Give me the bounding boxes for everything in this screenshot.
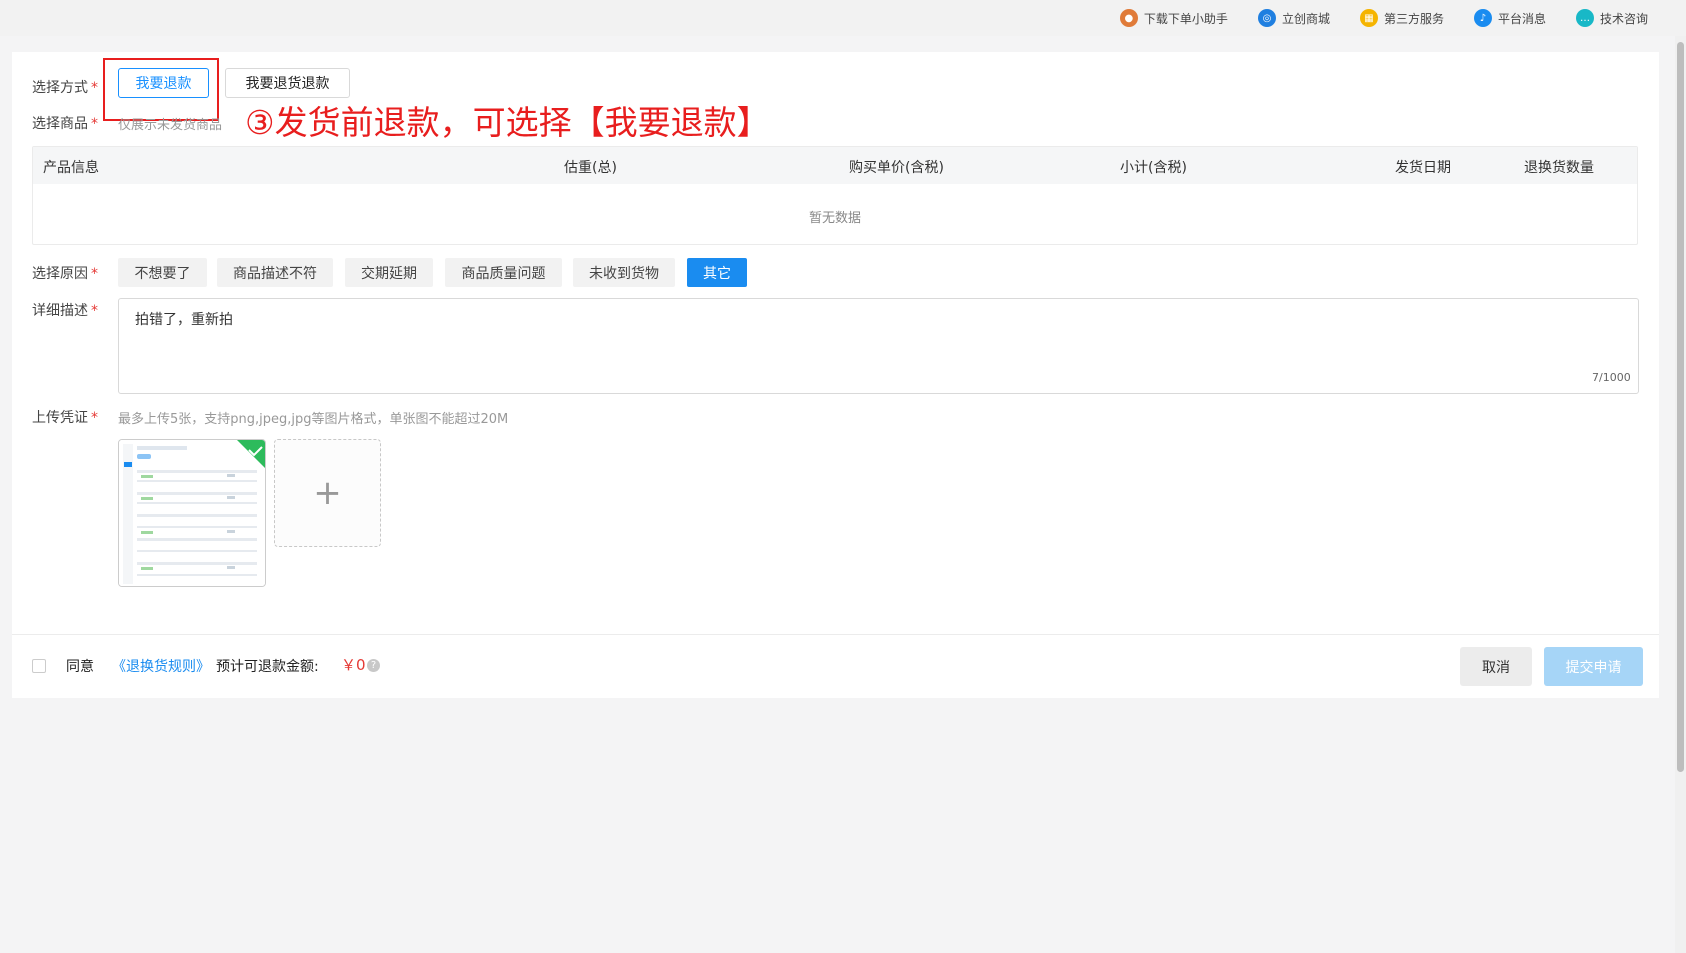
plus-icon: + — [313, 473, 342, 513]
scrollbar-thumb[interactable] — [1677, 42, 1684, 772]
upload-hint: 最多上传5张，支持png,jpeg,jpg等图片格式，单张图不能超过20M — [118, 412, 509, 427]
return-refund-button[interactable]: 我要退货退款 — [225, 68, 350, 98]
mall-icon: ◎ — [1257, 9, 1276, 27]
product-table: 产品信息 估重(总) 购买单价(含税) 小计(含税) 发货日期 退换货数量 暂无… — [32, 146, 1638, 245]
column-ship-date: 发货日期 — [1395, 160, 1451, 176]
refund-amount: ￥0 — [341, 656, 366, 674]
agree-checkbox[interactable] — [32, 659, 46, 673]
reason-tag-dont-want[interactable]: 不想要了 — [118, 258, 207, 287]
grid-icon: ▦ — [1359, 9, 1378, 27]
cancel-button[interactable]: 取消 — [1460, 647, 1532, 686]
annotation-highlight-box — [103, 58, 219, 121]
goods-label: 选择商品 * — [32, 116, 98, 132]
third-party-link[interactable]: ▦ 第三方服务 — [1359, 9, 1444, 27]
description-char-count: 7/1000 — [1592, 371, 1631, 384]
add-image-button[interactable]: + — [274, 439, 381, 547]
column-product-info: 产品信息 — [43, 160, 99, 176]
reason-tag-not-received[interactable]: 未收到货物 — [573, 258, 675, 287]
desc-label: 详细描述 * — [32, 303, 98, 319]
agree-label: 同意 — [66, 659, 94, 675]
top-bar: ● 下载下单小助手 ◎ 立创商城 ▦ 第三方服务 ♪ 平台消息 … 技术咨询 — [0, 0, 1686, 36]
help-icon[interactable]: ? — [367, 659, 380, 672]
uploaded-image-thumbnail[interactable] — [118, 439, 266, 587]
reason-label: 选择原因 * — [32, 266, 98, 282]
page-scrollbar[interactable] — [1675, 36, 1686, 953]
refund-form-panel: 选择方式 * 我要退款 我要退货退款 ③发货前退款，可选择【我要退款】 选择商品 *… — [12, 52, 1659, 698]
return-rules-link[interactable]: 《退换货规则》 — [112, 656, 210, 676]
download-assistant-label: 下载下单小助手 — [1143, 11, 1228, 26]
tech-consult-link[interactable]: … 技术咨询 — [1575, 9, 1648, 27]
annotation-text: ③发货前退款，可选择【我要退款】 — [245, 103, 770, 142]
reason-tag-mismatch[interactable]: 商品描述不符 — [217, 258, 333, 287]
column-subtotal: 小计(含税) — [1120, 160, 1187, 176]
bell-icon: ♪ — [1473, 9, 1492, 27]
column-weight: 估重(总) — [564, 160, 617, 176]
table-header: 产品信息 估重(总) 购买单价(含税) 小计(含税) 发货日期 退换货数量 — [33, 147, 1637, 184]
third-party-label: 第三方服务 — [1383, 11, 1444, 26]
tech-consult-label: 技术咨询 — [1599, 11, 1648, 26]
description-textarea[interactable]: 拍错了，重新拍 — [118, 298, 1639, 394]
messages-link[interactable]: ♪ 平台消息 — [1473, 9, 1546, 27]
chat-icon: … — [1575, 9, 1594, 27]
avatar-icon: ● — [1119, 9, 1138, 27]
reason-tag-other[interactable]: 其它 — [687, 258, 747, 287]
upload-label: 上传凭证 * — [32, 410, 98, 426]
goods-hint: 仅展示未发货商品 — [118, 118, 223, 133]
submit-button[interactable]: 提交申请 — [1544, 647, 1643, 686]
screenshot-preview-icon — [119, 440, 265, 586]
mall-link[interactable]: ◎ 立创商城 — [1257, 9, 1330, 27]
mall-label: 立创商城 — [1281, 11, 1330, 26]
table-empty-text: 暂无数据 — [808, 211, 861, 226]
footer-divider — [12, 634, 1659, 635]
column-return-qty: 退换货数量 — [1524, 160, 1594, 176]
reason-tag-quality[interactable]: 商品质量问题 — [445, 258, 562, 287]
estimate-refund-label: 预计可退款金额: — [216, 659, 319, 675]
download-assistant-link[interactable]: ● 下载下单小助手 — [1119, 9, 1228, 27]
reason-tag-delay[interactable]: 交期延期 — [345, 258, 433, 287]
messages-label: 平台消息 — [1497, 11, 1546, 26]
column-unit-price: 购买单价(含税) — [849, 160, 944, 176]
method-label: 选择方式 * — [32, 80, 98, 96]
